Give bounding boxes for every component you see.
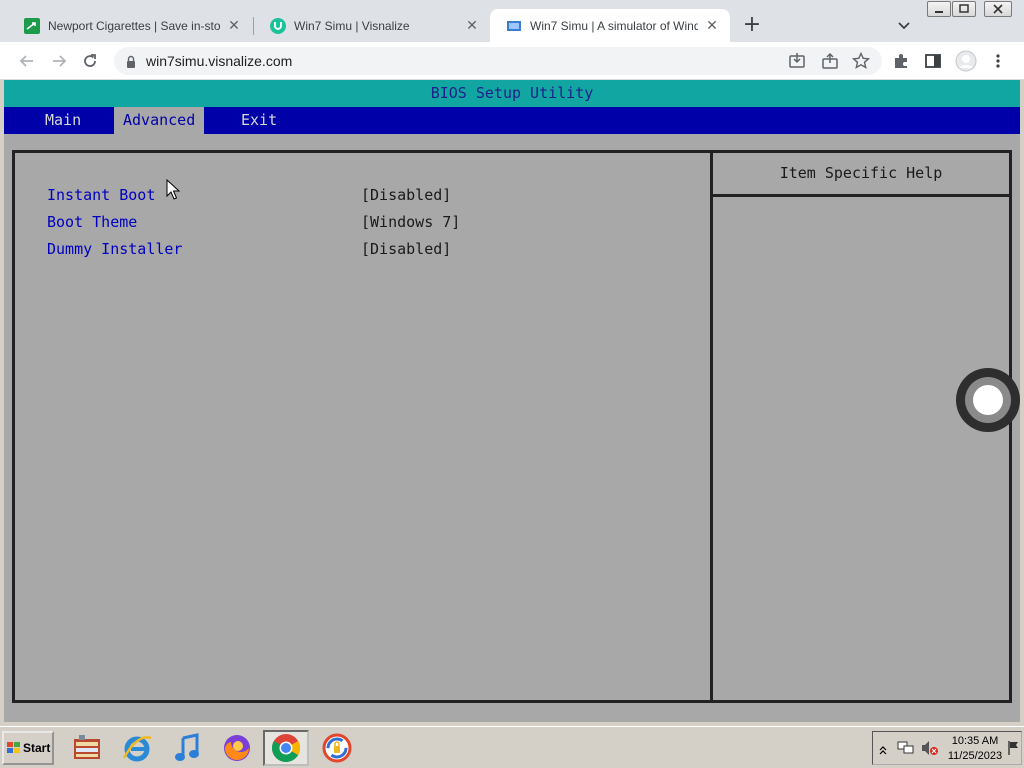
minimize-button[interactable] [927,1,951,17]
taskbar: Start 10:35 AM 11/25/2023 [0,726,1024,768]
forward-icon[interactable] [48,50,70,72]
tab-strip: Newport Cigarettes | Save in-store w ✕ W… [0,0,1024,42]
install-app-icon[interactable] [787,51,807,71]
browser-toolbar: win7simu.visnalize.com [0,42,1024,80]
mouse-cursor-icon [166,178,181,205]
newport-favicon [24,17,40,34]
start-button[interactable]: Start [2,731,54,765]
bios-setup-screen: BIOS Setup Utility Main Advanced Exit In… [4,80,1020,722]
browser-chrome: Newport Cigarettes | Save in-store w ✕ W… [0,0,1024,80]
maximize-button[interactable] [952,1,976,17]
chrome-icon[interactable] [263,730,309,766]
start-label: Start [23,741,51,755]
bios-title: BIOS Setup Utility [4,80,1020,107]
url-text[interactable]: win7simu.visnalize.com [146,53,292,69]
share-icon[interactable] [820,51,840,71]
clock-time: 10:35 AM [951,735,999,747]
tab-newport[interactable]: Newport Cigarettes | Save in-store w ✕ [8,9,252,42]
item-specific-help-header: Item Specific Help [713,153,1009,197]
firefox-icon[interactable] [216,730,258,766]
address-bar[interactable]: win7simu.visnalize.com [114,47,882,75]
back-icon[interactable] [16,50,38,72]
bios-option-boot-theme[interactable]: Boot Theme [Windows 7] [15,213,705,235]
bios-option-value[interactable]: [Disabled] [361,240,451,258]
close-icon[interactable]: ✕ [226,18,242,34]
internet-explorer-icon[interactable] [116,730,158,766]
visnalize-favicon [270,17,286,34]
bios-settings-panel: Instant Boot [Disabled] Boot Theme [Wind… [12,150,1012,703]
more-menu-icon[interactable] [988,51,1008,71]
bios-option-label[interactable]: Boot Theme [47,213,137,231]
tab-visnalize[interactable]: Win7 Simu | Visnalize ✕ [254,9,490,42]
floating-action-button[interactable] [956,368,1020,432]
network-icon[interactable] [897,740,915,760]
reload-icon[interactable] [79,50,101,72]
panel-divider [710,153,713,700]
music-icon[interactable] [166,730,208,766]
floating-button-core [973,385,1003,415]
bios-option-value[interactable]: [Disabled] [361,186,451,204]
tab-win7simu[interactable]: Win7 Simu | A simulator of Window ✕ [490,9,730,42]
bios-menu-bar: Main Advanced Exit [4,107,1020,134]
win7simu-favicon [506,18,522,34]
volume-muted-icon[interactable] [921,740,939,760]
close-icon[interactable]: ✕ [464,18,480,34]
new-tab-button[interactable]: + [740,14,764,38]
bios-tab-exit[interactable]: Exit [232,107,286,134]
extensions-puzzle-icon[interactable] [891,51,911,71]
clock[interactable]: 10:35 AM 11/25/2023 [945,734,1005,764]
profile-avatar-icon[interactable] [955,50,977,72]
windows-flag-icon [7,742,20,754]
bios-option-label[interactable]: Dummy Installer [47,240,182,258]
side-panel-icon[interactable] [923,51,943,71]
bios-tab-advanced[interactable]: Advanced [114,107,205,134]
close-window-button[interactable] [984,1,1012,17]
bookmark-star-icon[interactable] [851,51,871,71]
bios-option-dummy-installer[interactable]: Dummy Installer [Disabled] [15,240,705,262]
bios-option-instant-boot[interactable]: Instant Boot [Disabled] [15,186,705,208]
bios-option-label[interactable]: Instant Boot [47,186,155,204]
action-center-flag-icon[interactable] [1007,740,1019,760]
tab-title: Win7 Simu | Visnalize [294,18,410,33]
tab-title: Win7 Simu | A simulator of Window [530,18,698,33]
system-tray: 10:35 AM 11/25/2023 [872,731,1022,765]
tab-title: Newport Cigarettes | Save in-store w [48,18,220,33]
lock-icon[interactable] [126,54,136,73]
chevron-down-icon[interactable] [894,15,914,35]
bios-option-value[interactable]: [Windows 7] [361,213,460,231]
bios-tab-main[interactable]: Main [36,107,90,134]
file-manager-icon[interactable] [66,730,108,766]
clock-date: 11/25/2023 [947,750,1003,762]
show-hidden-icons-chevron-icon[interactable] [879,741,887,760]
close-icon[interactable]: ✕ [704,18,720,34]
security-app-icon[interactable] [316,730,358,766]
